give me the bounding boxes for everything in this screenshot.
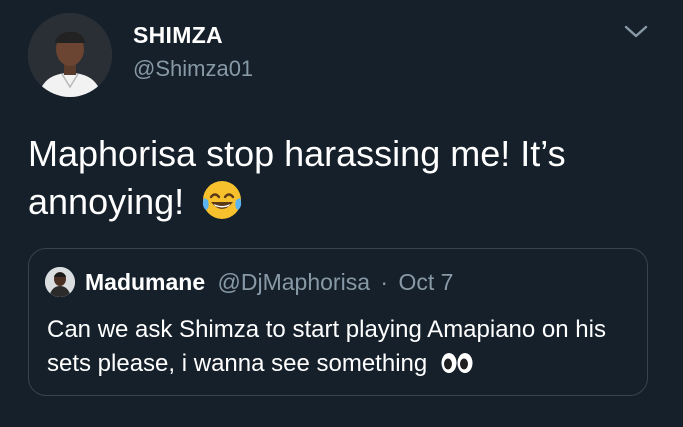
tears-of-joy-emoji-icon bbox=[200, 178, 244, 234]
quoted-tweet-body: Can we ask Shimza to start playing Amapi… bbox=[47, 313, 637, 385]
tweet-card: SHIMZA @Shimza01 Maphorisa stop harassin… bbox=[0, 0, 683, 427]
quoted-author-display-name: Madumane bbox=[85, 269, 206, 295]
quoted-separator: · bbox=[380, 269, 389, 295]
quoted-author-handle: @DjMaphorisa bbox=[217, 269, 370, 295]
tweet-body: Maphorisa stop harassing me! It’s annoyi… bbox=[28, 130, 658, 234]
quoted-tweet-text: Can we ask Shimza to start playing Amapi… bbox=[47, 316, 606, 377]
author-handle[interactable]: @Shimza01 bbox=[133, 56, 253, 82]
quoted-tweet-card[interactable]: Madumane @DjMaphorisa · Oct 7 Can we ask… bbox=[28, 248, 648, 396]
quoted-author-avatar bbox=[45, 267, 75, 297]
chevron-down-icon[interactable] bbox=[622, 22, 650, 42]
author-avatar[interactable] bbox=[28, 13, 112, 97]
author-display-name[interactable]: SHIMZA bbox=[133, 22, 223, 49]
eyes-emoji-icon bbox=[440, 351, 474, 385]
quoted-tweet-header: Madumane @DjMaphorisa · Oct 7 bbox=[85, 269, 453, 296]
quoted-tweet-date: Oct 7 bbox=[398, 269, 454, 295]
tweet-text: Maphorisa stop harassing me! It’s annoyi… bbox=[28, 133, 566, 222]
